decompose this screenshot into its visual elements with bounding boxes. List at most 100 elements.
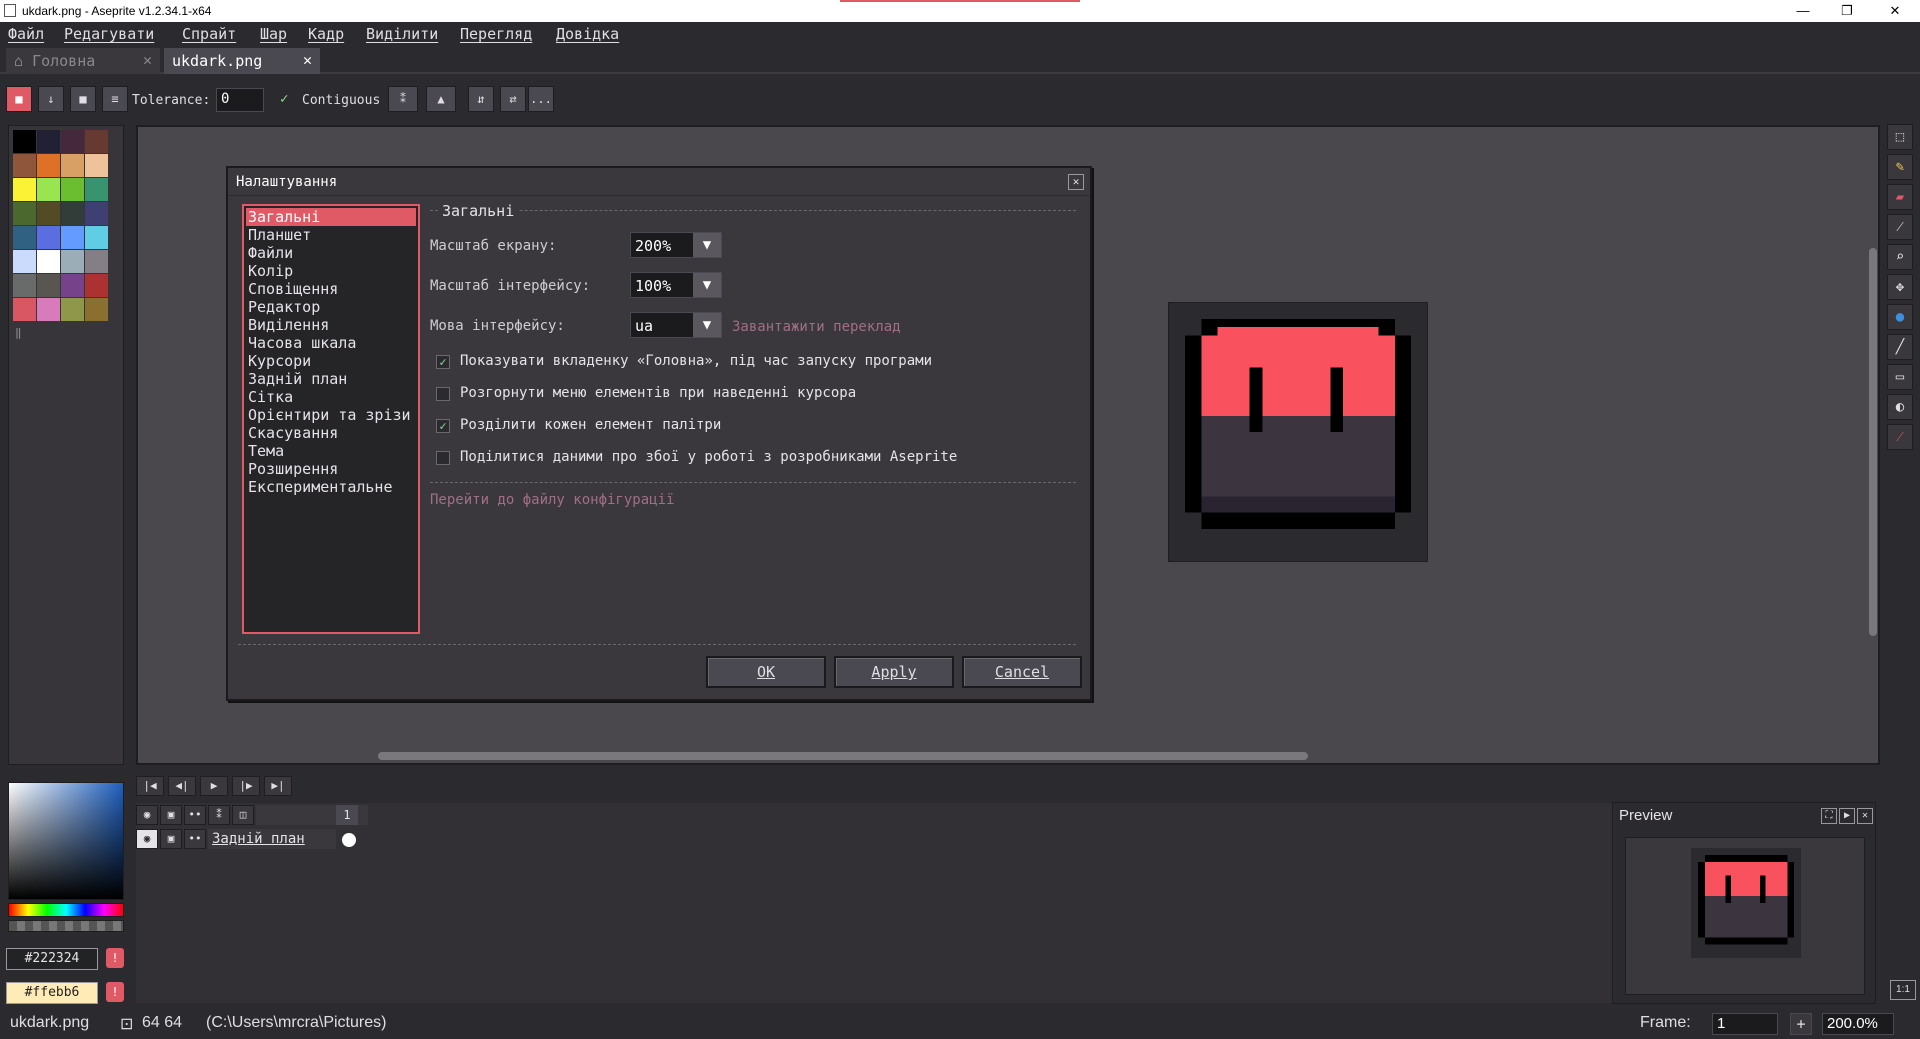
- line-icon[interactable]: ╱: [1887, 334, 1913, 360]
- tab-file-close-icon[interactable]: ✕: [303, 51, 312, 69]
- palette-swatch[interactable]: [37, 274, 60, 297]
- frame-link-icon[interactable]: ◫: [232, 805, 254, 825]
- menu-select[interactable]: Виділити: [366, 25, 438, 43]
- lock-icon[interactable]: ■: [6, 86, 32, 112]
- chevron-down-icon[interactable]: ▼: [693, 233, 721, 257]
- option-separate-palette-checkbox[interactable]: ✓: [436, 419, 450, 433]
- rectangular-marquee-icon[interactable]: ⬚: [1887, 124, 1913, 150]
- pencil-icon[interactable]: ✎: [1887, 154, 1913, 180]
- language-dropdown[interactable]: ua ▼: [630, 312, 722, 338]
- frame-input[interactable]: 1: [1712, 1013, 1778, 1035]
- cel-dot[interactable]: [342, 833, 356, 847]
- palette-resize-handle-icon[interactable]: ‖: [15, 326, 22, 339]
- layer-name[interactable]: Задній план: [208, 829, 336, 849]
- category-color[interactable]: Колір: [246, 262, 416, 280]
- palette-swatch[interactable]: [85, 250, 108, 273]
- eyedropper-icon[interactable]: ⁄: [1887, 214, 1913, 240]
- background-color-hex[interactable]: #222324: [6, 948, 98, 970]
- zoom-icon[interactable]: ⌕: [1887, 244, 1913, 270]
- palette-swatch[interactable]: [85, 130, 108, 153]
- hue-slider[interactable]: [8, 903, 124, 917]
- palette-swatch[interactable]: [61, 226, 84, 249]
- palette-swatch[interactable]: [13, 154, 36, 177]
- config-file-link[interactable]: Перейти до файлу конфігурації: [430, 492, 674, 508]
- palette-swatch[interactable]: [13, 298, 36, 321]
- ui-scale-dropdown[interactable]: 100% ▼: [630, 272, 722, 298]
- menu-view[interactable]: Перегляд: [460, 25, 532, 43]
- move-icon[interactable]: ✥: [1887, 274, 1913, 300]
- category-guides-slices[interactable]: Орієнтири та зрізи: [246, 406, 416, 424]
- close-icon[interactable]: ✕: [1857, 808, 1873, 824]
- palette-swatch[interactable]: [13, 226, 36, 249]
- palette-swatch[interactable]: [37, 250, 60, 273]
- play-icon[interactable]: ▶: [200, 776, 228, 796]
- palette-swatch[interactable]: [37, 178, 60, 201]
- color-picker-field[interactable]: [8, 782, 124, 900]
- foreground-color-hex[interactable]: #ffebb6: [6, 982, 98, 1004]
- option-show-home-checkbox[interactable]: ✓: [436, 355, 450, 369]
- eye-icon[interactable]: ◉: [136, 805, 158, 825]
- sprite-canvas[interactable]: [1168, 302, 1428, 562]
- last-frame-icon[interactable]: ▶|: [264, 776, 292, 796]
- restore-button[interactable]: ❐: [1832, 2, 1862, 20]
- chevron-down-icon[interactable]: ▼: [693, 313, 721, 337]
- symmetry-vertical-icon[interactable]: ⇵: [468, 86, 494, 112]
- palette-swatch[interactable]: [61, 298, 84, 321]
- menu-sprite[interactable]: Спрайт: [182, 25, 236, 43]
- apply-button[interactable]: Apply: [834, 656, 954, 688]
- arrow-down-icon[interactable]: ↓: [38, 86, 64, 112]
- onion-skin-icon[interactable]: ⁑: [208, 805, 230, 825]
- palette-swatch[interactable]: [85, 154, 108, 177]
- first-frame-icon[interactable]: |◀: [136, 776, 164, 796]
- horizontal-scrollbar[interactable]: [378, 752, 1308, 760]
- menu-layer[interactable]: Шар: [260, 25, 287, 43]
- vertical-scrollbar[interactable]: [1869, 248, 1877, 636]
- palette-swatch[interactable]: [37, 130, 60, 153]
- tab-file[interactable]: ukdark.png ✕: [164, 48, 320, 74]
- paint-bucket-icon[interactable]: ▲: [426, 86, 456, 112]
- palette-swatch[interactable]: [13, 250, 36, 273]
- contour-icon[interactable]: ⁄: [1887, 424, 1913, 450]
- category-files[interactable]: Файли: [246, 244, 416, 262]
- palette-swatch[interactable]: [85, 298, 108, 321]
- palette-swatch[interactable]: [85, 202, 108, 225]
- next-frame-icon[interactable]: |▶: [232, 776, 260, 796]
- previous-frame-icon[interactable]: ◀|: [168, 776, 196, 796]
- continuous-icon[interactable]: ••: [184, 829, 206, 849]
- tolerance-input[interactable]: 0: [216, 88, 264, 112]
- blur-icon[interactable]: ◐: [1887, 394, 1913, 420]
- close-window-button[interactable]: ✕: [1880, 2, 1910, 20]
- category-undo[interactable]: Скасування: [246, 424, 416, 442]
- category-general[interactable]: Загальні: [246, 208, 416, 226]
- play-icon[interactable]: ▶: [1839, 808, 1855, 824]
- palette-swatch[interactable]: [61, 202, 84, 225]
- screen-scale-dropdown[interactable]: 200% ▼: [630, 232, 722, 258]
- option-expand-menu-checkbox[interactable]: [436, 387, 450, 401]
- palette-swatch[interactable]: [85, 274, 108, 297]
- fullscreen-icon[interactable]: ⛶: [1821, 808, 1837, 824]
- warning-icon[interactable]: !: [106, 982, 124, 1002]
- tab-home-close-icon[interactable]: ✕: [143, 51, 152, 69]
- palette-swatch[interactable]: [37, 154, 60, 177]
- menu-edit[interactable]: Редагувати: [64, 25, 154, 43]
- rectangle-icon[interactable]: ▭: [1887, 364, 1913, 390]
- category-tablet[interactable]: Планшет: [246, 226, 416, 244]
- palette-swatch[interactable]: [61, 130, 84, 153]
- pixel-perfect-icon[interactable]: ⁑: [388, 86, 418, 112]
- warning-icon[interactable]: !: [106, 948, 124, 968]
- palette-swatch[interactable]: [61, 178, 84, 201]
- eraser-icon[interactable]: ▰: [1887, 184, 1913, 210]
- category-grid[interactable]: Сітка: [246, 388, 416, 406]
- download-translation-link[interactable]: Завантажити переклад: [732, 319, 901, 335]
- palette-swatch[interactable]: [13, 274, 36, 297]
- square-icon[interactable]: ■: [70, 86, 96, 112]
- palette-swatch[interactable]: [61, 250, 84, 273]
- paint-bucket-icon[interactable]: ●: [1887, 304, 1913, 330]
- one-to-one-button[interactable]: 1:1: [1890, 980, 1916, 1000]
- eye-icon[interactable]: ◉: [136, 829, 158, 849]
- menu-frame[interactable]: Кадр: [308, 25, 344, 43]
- menu-lines-icon[interactable]: ≡: [102, 86, 128, 112]
- tab-home[interactable]: ⌂ Головна ✕: [6, 48, 160, 74]
- category-alerts[interactable]: Сповіщення: [246, 280, 416, 298]
- preview-canvas[interactable]: [1625, 837, 1865, 995]
